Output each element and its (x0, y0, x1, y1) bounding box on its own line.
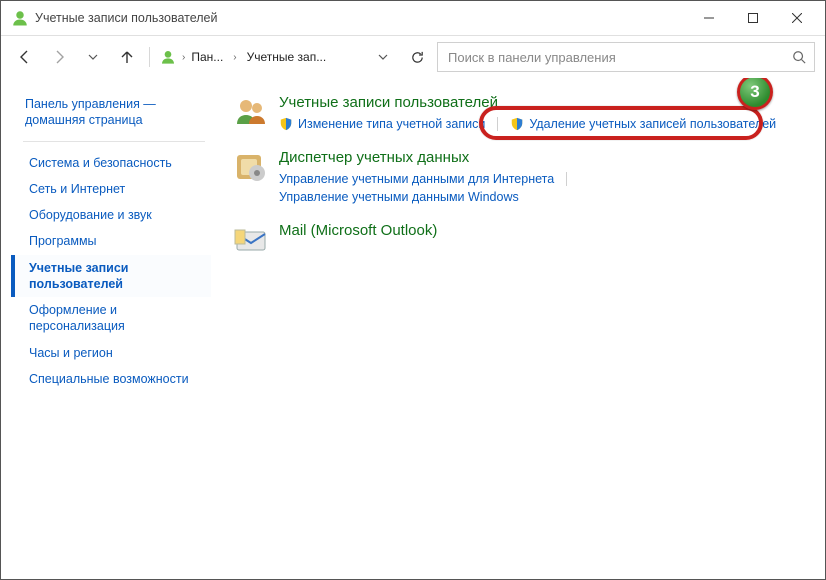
search-box[interactable] (437, 42, 815, 72)
control-panel-home[interactable]: Панель управления — домашняя страница (11, 94, 211, 141)
credential-manager-icon (233, 149, 269, 185)
sidebar-item-system-security[interactable]: Система и безопасность (11, 150, 211, 176)
chevron-right-icon: › (229, 52, 240, 63)
section-heading[interactable]: Mail (Microsoft Outlook) (279, 222, 811, 239)
section-credential-manager: Диспетчер учетных данных Управление учет… (233, 149, 811, 206)
window-controls (687, 3, 819, 33)
navbar: › Пан... › Учетные зап... (1, 36, 825, 78)
shield-icon (510, 117, 524, 131)
sidebar-item-ease-of-access[interactable]: Специальные возможности (11, 366, 211, 392)
mail-icon (233, 222, 269, 258)
sidebar-item-clock-region[interactable]: Часы и регион (11, 340, 211, 366)
maximize-button[interactable] (731, 3, 775, 33)
up-button[interactable] (113, 43, 141, 71)
sidebar-item-network[interactable]: Сеть и Интернет (11, 176, 211, 202)
users-icon (233, 94, 269, 130)
separator (23, 141, 205, 142)
search-input[interactable] (446, 49, 792, 66)
sidebar-item-hardware-sound[interactable]: Оборудование и звук (11, 202, 211, 228)
separator (497, 117, 498, 131)
close-button[interactable] (775, 3, 819, 33)
sidebar-item-programs[interactable]: Программы (11, 228, 211, 254)
body: Панель управления — домашняя страница Си… (1, 78, 825, 579)
link-web-credentials[interactable]: Управление учетными данными для Интернет… (279, 170, 554, 188)
link-remove-user-accounts[interactable]: Удаление учетных записей пользователей (510, 115, 776, 133)
address-dropdown[interactable] (369, 43, 397, 71)
forward-button[interactable] (45, 43, 73, 71)
search-icon (792, 50, 806, 64)
titlebar: Учетные записи пользователей (1, 1, 825, 36)
sidebar-item-user-accounts[interactable]: Учетные записи пользователей (11, 255, 211, 298)
section-user-accounts: Учетные записи пользователей Изменение т… (233, 94, 811, 133)
minimize-button[interactable] (687, 3, 731, 33)
separator (566, 172, 567, 186)
content: Учетные записи пользователей Изменение т… (221, 94, 811, 563)
breadcrumb-part: Пан... (191, 50, 223, 64)
control-panel-window: Учетные записи пользователей (0, 0, 826, 580)
breadcrumb-current[interactable]: Учетные зап... (245, 46, 329, 68)
back-button[interactable] (11, 43, 39, 71)
link-windows-credentials[interactable]: Управление учетными данными Windows (279, 188, 519, 206)
separator (149, 47, 150, 67)
section-heading[interactable]: Диспетчер учетных данных (279, 149, 811, 166)
sidebar: Панель управления — домашняя страница Си… (11, 94, 221, 563)
chevron-right-icon: › (178, 52, 189, 63)
history-dropdown[interactable] (79, 43, 107, 71)
refresh-button[interactable] (403, 43, 431, 71)
section-mail: Mail (Microsoft Outlook) (233, 222, 811, 258)
sidebar-item-appearance[interactable]: Оформление и персонализация (11, 297, 211, 340)
window-title: Учетные записи пользователей (35, 11, 687, 25)
breadcrumb-root[interactable]: › Пан... (158, 45, 225, 69)
shield-icon (279, 117, 293, 131)
user-accounts-icon (11, 9, 29, 27)
link-change-account-type[interactable]: Изменение типа учетной записи (279, 115, 485, 133)
breadcrumb[interactable]: › Пан... › Учетные зап... (158, 45, 328, 69)
user-accounts-icon (160, 49, 176, 65)
section-heading[interactable]: Учетные записи пользователей (279, 94, 811, 111)
